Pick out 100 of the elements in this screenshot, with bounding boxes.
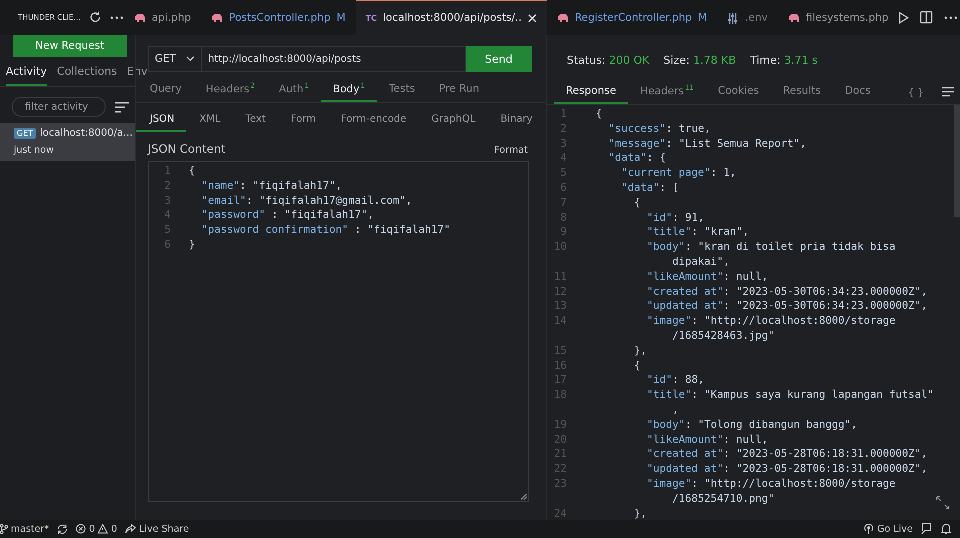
activity-url: localhost:8000/a... — [40, 128, 133, 139]
code-line: "body": "Tolong dibangun banggg", — [646, 418, 858, 433]
code-line: "created_at": "2023-05-30T06:34:23.000000Z", — [646, 284, 928, 300]
code-line: "name": "fiqifalah17", — [200, 178, 342, 194]
code-line: , — [672, 402, 679, 418]
response-tab[interactable]: Headers$^{11}$ — [628, 84, 706, 104]
code-line: "likeAmount": null, — [646, 270, 768, 285]
elephant-icon — [556, 13, 569, 23]
elephant-icon — [788, 13, 800, 23]
menu-icon[interactable] — [942, 87, 954, 97]
code-line: { — [633, 196, 641, 211]
editor-tab[interactable]: RegisterController.php M — [546, 0, 718, 35]
body-type-tab[interactable]: JSON — [136, 114, 186, 132]
branch-icon — [0, 524, 8, 534]
code-line: "data": { — [608, 151, 666, 166]
sliders-icon — [727, 12, 740, 24]
sort-icon[interactable] — [115, 102, 129, 112]
activity-time: just now — [14, 145, 55, 156]
more-icon[interactable] — [944, 16, 958, 20]
code-line: "message": "List Semua Report", — [608, 136, 806, 152]
problems-item[interactable]: 0 0 — [76, 524, 118, 534]
live-share-item[interactable]: Live Share — [125, 524, 190, 534]
code-line: "updated_at": "2023-05-30T06:34:23.000000Z", — [646, 299, 928, 314]
code-line: { — [189, 164, 196, 179]
status-text: Status: 200 OK — [567, 54, 650, 69]
run-icon[interactable] — [898, 12, 909, 24]
content-label: JSON Content — [148, 142, 226, 156]
chevron-down-icon — [186, 56, 196, 62]
editor-tab[interactable]: api.php — [124, 0, 202, 35]
code-line: "title": "Kampus saya kurang lapangan futsal" — [646, 388, 934, 403]
code-line: "updated_at": "2023-05-28T06:18:31.000000Z", — [646, 462, 928, 477]
method-select[interactable]: GET — [148, 46, 202, 72]
code-line: "body": "kran di toilet pria tidak bisa — [646, 240, 896, 255]
body-type-tab[interactable]: Form-encode — [327, 114, 418, 132]
response-tab[interactable]: Cookies — [706, 85, 772, 104]
body-type-tab[interactable]: Binary — [486, 114, 544, 132]
sync-icon[interactable] — [57, 524, 68, 534]
body-type-tab[interactable]: XML — [186, 114, 232, 132]
format-link[interactable]: Format — [494, 145, 528, 156]
sidebar-tab[interactable]: Collections — [57, 65, 118, 86]
method-badge: GET — [14, 128, 36, 139]
code-line: /1685254710.png" — [672, 492, 775, 507]
request-tab[interactable]: Headers$^{2}$ — [194, 82, 268, 102]
response-tab[interactable]: Response — [554, 85, 628, 104]
code-line: } — [189, 238, 196, 253]
bell-icon[interactable] — [941, 523, 952, 535]
code-line: "id": 91, — [646, 210, 704, 226]
expand-icon[interactable] — [936, 496, 950, 510]
braces-toggle[interactable]: { } — [908, 88, 924, 104]
elephant-icon — [211, 13, 224, 23]
size-text: Size: 1.78 KB — [664, 54, 736, 69]
code-line: "success": true, — [608, 122, 711, 137]
code-line: dipakai", — [672, 254, 730, 270]
editor-tab[interactable]: PostsController.php M — [201, 0, 356, 35]
editor-tab[interactable]: .env — [717, 0, 778, 35]
go-live-item[interactable]: Go Live — [864, 524, 913, 534]
split-editor-icon[interactable] — [920, 11, 933, 24]
code-line: "title": "kran", — [646, 225, 750, 240]
filter-field[interactable]: filter activity — [12, 97, 106, 117]
time-text: Time: 3.71 s — [750, 54, 818, 69]
code-line: "data": [ — [620, 180, 679, 196]
response-tab[interactable]: Results — [771, 85, 834, 104]
warning-icon — [98, 524, 108, 534]
editor-tab[interactable]: filesystems.php — [778, 0, 899, 35]
code-line: "password_confirmation" : "fiqifalah17" — [200, 223, 451, 238]
code-line: "image": "http://localhost:8000/storage — [646, 314, 896, 329]
code-line: "email": "fiqifalah17@gmail.com", — [200, 194, 412, 208]
code-line: "current_page": 1, — [620, 166, 736, 181]
code-line: }, — [633, 506, 648, 520]
scrollbar[interactable] — [954, 105, 960, 217]
editor-tab[interactable]: TC localhost:8000/api/posts/.. — [356, 0, 547, 35]
elephant-icon — [134, 13, 146, 23]
more-icon[interactable] — [110, 16, 124, 20]
body-type-tab[interactable]: Form — [276, 114, 328, 132]
request-tab[interactable]: Tests — [377, 83, 428, 102]
activity-item[interactable]: GET localhost:8000/a... just now — [0, 123, 135, 161]
response-tab[interactable]: Docs — [833, 85, 883, 104]
new-request-button[interactable]: New Request — [13, 35, 127, 57]
code-line: "image": "http://localhost:8000/storage — [646, 476, 896, 492]
request-tab[interactable]: Query — [138, 83, 194, 102]
url-field[interactable]: http://localhost:8000/api/posts — [202, 46, 466, 72]
refresh-icon[interactable] — [88, 11, 102, 24]
code-line: { — [596, 107, 602, 122]
branch-item[interactable]: master* — [0, 524, 50, 534]
error-icon — [76, 524, 86, 534]
code-line: "id": 88, — [646, 373, 704, 388]
feedback-icon[interactable] — [921, 523, 933, 535]
request-tab[interactable]: Body$^{1}$ — [321, 82, 378, 102]
body-type-tab[interactable]: Text — [232, 114, 277, 132]
sidebar-tab[interactable]: Activity — [6, 65, 48, 86]
code-line: }, — [633, 344, 648, 359]
request-tab[interactable]: Auth$^{1}$ — [267, 82, 322, 102]
request-tab[interactable]: Pre Run — [427, 83, 492, 102]
close-icon[interactable] — [528, 14, 537, 22]
broadcast-icon — [864, 524, 874, 534]
resize-grip-icon[interactable] — [521, 494, 527, 500]
body-type-tab[interactable]: GraphQL — [418, 114, 487, 132]
send-button[interactable]: Send — [466, 46, 532, 72]
code-line: /1685428463.jpg" — [672, 328, 775, 344]
share-arrow-icon — [125, 524, 136, 534]
